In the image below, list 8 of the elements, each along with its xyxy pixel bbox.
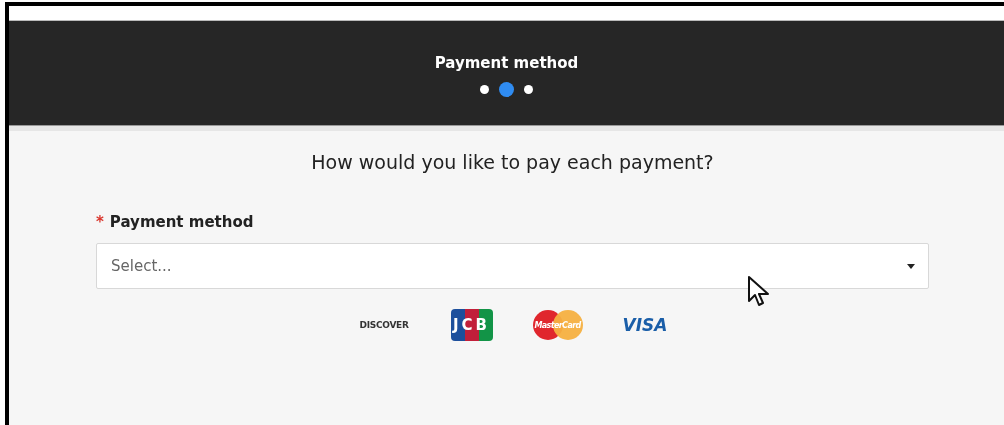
required-mark: * — [96, 213, 104, 231]
payment-method-dropdown[interactable]: Select... — [96, 243, 929, 289]
visa-logo: VISA — [622, 314, 668, 337]
question-heading: How would you like to pay each payment? — [310, 151, 715, 173]
field-label: Payment method — [109, 213, 254, 231]
discover-logo: DISCOVER — [358, 319, 410, 332]
step-title: Payment method — [434, 53, 579, 72]
caret-icon — [907, 264, 915, 269]
